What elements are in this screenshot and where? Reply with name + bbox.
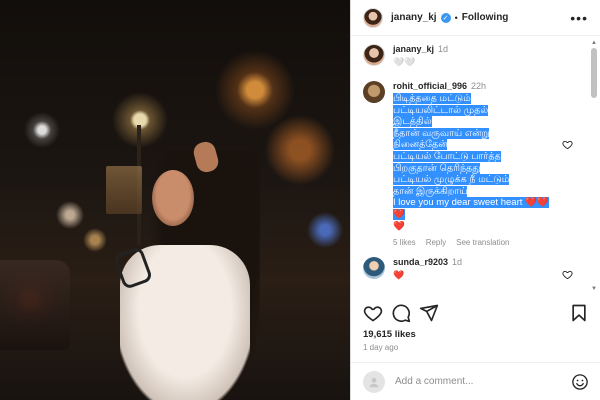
comment-likes[interactable]: 5 likes bbox=[393, 238, 416, 247]
comment-line: தான் இருக்கிறாய் bbox=[393, 185, 468, 197]
comment-item: rohit_official_996 22h பிடித்ததை மட்டும் … bbox=[351, 81, 600, 247]
post-photo[interactable] bbox=[0, 0, 350, 400]
commenter-avatar[interactable] bbox=[363, 81, 385, 103]
comment-line: பட்டியல் போட்டு பார்த்த bbox=[393, 150, 501, 162]
caption-avatar[interactable] bbox=[363, 44, 385, 66]
like-heart-icon[interactable] bbox=[363, 303, 383, 323]
commenter-username[interactable]: sunda_r9203 bbox=[393, 257, 448, 267]
comment-line: I love you my dear sweet heart ❤️❤️❤️ bbox=[393, 197, 549, 220]
emoji-smiley-icon[interactable] bbox=[571, 373, 589, 391]
background-sign bbox=[106, 166, 142, 214]
comment-text: பிடித்ததை மட்டும் பட்டியலிட்டால் முதல் இ… bbox=[393, 93, 558, 232]
reply-button[interactable]: Reply bbox=[426, 238, 446, 247]
see-translation-link[interactable]: See translation bbox=[456, 238, 509, 247]
scroll-down-arrow-icon[interactable]: ▼ bbox=[591, 286, 597, 292]
comment-time: 22h bbox=[471, 81, 487, 91]
comment-text: ❤️ bbox=[393, 270, 405, 281]
post-timestamp: 1 day ago bbox=[363, 343, 399, 352]
comment-line: ❤️ bbox=[393, 220, 405, 232]
save-bookmark-icon[interactable] bbox=[569, 303, 589, 323]
verified-badge-icon: ✓ bbox=[440, 12, 451, 23]
comment-bubble-icon[interactable] bbox=[391, 303, 411, 323]
comment-time: 1d bbox=[452, 257, 463, 268]
commenter-username[interactable]: rohit_official_996 bbox=[393, 81, 467, 91]
comment-line: நீதான் வருவாய் என்று bbox=[393, 127, 490, 139]
post-header: janany_kj ✓ • Following ••• bbox=[351, 0, 600, 36]
comments-scrollbar[interactable]: ▲ ▼ bbox=[591, 40, 597, 292]
caption-time: 1d bbox=[438, 44, 449, 54]
more-options-icon[interactable]: ••• bbox=[570, 10, 588, 26]
viewer-avatar bbox=[363, 370, 385, 393]
scroll-up-arrow-icon[interactable]: ▲ bbox=[591, 40, 597, 46]
comment-line: நினைத்தேன் bbox=[393, 139, 448, 151]
following-button[interactable]: Following bbox=[462, 12, 509, 23]
caption-row: janany_kj 1d 🤍🤍 bbox=[351, 44, 600, 68]
share-paper-plane-icon[interactable] bbox=[419, 303, 439, 323]
scrollbar-thumb[interactable] bbox=[591, 48, 597, 98]
commenter-avatar[interactable] bbox=[363, 257, 385, 280]
author-avatar[interactable] bbox=[363, 7, 383, 28]
author-username[interactable]: janany_kj bbox=[391, 12, 437, 23]
comment-like-heart-icon[interactable] bbox=[562, 139, 573, 153]
comment-line: பிறகுதான் தெரிந்தது bbox=[393, 162, 481, 174]
post-side-panel: janany_kj ✓ • Following ••• janany_kj 1d … bbox=[350, 0, 600, 400]
comment-line: பட்டியல் முழுக்க நீ மட்டும் bbox=[393, 174, 510, 186]
add-comment-bar bbox=[351, 362, 600, 400]
background-car bbox=[0, 260, 70, 350]
subject-face bbox=[152, 170, 194, 226]
comment-line: இடத்தில் bbox=[393, 116, 432, 128]
comment-line: பட்டியலிட்டால் முதல் bbox=[393, 104, 489, 116]
like-count[interactable]: 19,615 likes bbox=[363, 329, 416, 340]
header-separator: • bbox=[454, 12, 458, 23]
comment-line: பிடித்ததை மட்டும் bbox=[393, 93, 471, 104]
comment-item: sunda_r9203 1d ❤️ bbox=[351, 257, 600, 281]
add-comment-input[interactable] bbox=[395, 376, 565, 387]
comments-list[interactable]: janany_kj 1d 🤍🤍 rohit_official_996 22h பிட… bbox=[351, 37, 600, 295]
caption-text: 🤍🤍 bbox=[393, 57, 416, 67]
post-actions bbox=[363, 303, 589, 325]
caption-username[interactable]: janany_kj bbox=[393, 44, 434, 54]
comment-like-heart-icon[interactable] bbox=[562, 269, 573, 283]
